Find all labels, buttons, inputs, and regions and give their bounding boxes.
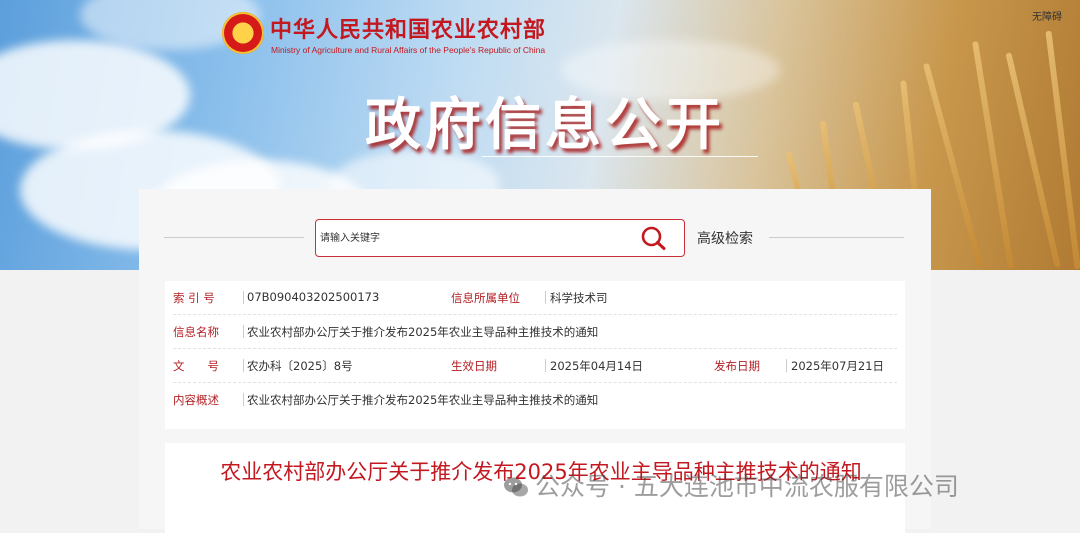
divider <box>545 359 546 372</box>
effective-date-value: 2025年04月14日 <box>550 359 644 373</box>
ministry-name-en: Ministry of Agriculture and Rural Affair… <box>271 45 546 55</box>
ministry-name-cn[interactable]: 中华人民共和国农业农村部 <box>270 12 546 44</box>
info-table: 索 引 号 07B090403202500173 信息所属单位 科学技术司 信息… <box>165 281 905 429</box>
unit-value: 科学技术司 <box>550 291 608 305</box>
effective-date-label: 生效日期 <box>451 359 497 373</box>
divider <box>786 359 787 372</box>
summary-value: 农业农村部办公厅关于推介发布2025年农业主导品种主推技术的通知 <box>247 393 599 407</box>
divider <box>243 393 244 406</box>
accessibility-link[interactable]: 无障碍 <box>1032 8 1062 23</box>
doc-number-value: 农办科〔2025〕8号 <box>247 359 353 373</box>
national-emblem-icon[interactable] <box>222 12 264 54</box>
wechat-icon <box>504 477 528 497</box>
wechat-watermark: 公众号 · 五大连池市中流农服有限公司 <box>503 467 959 503</box>
divider <box>243 359 244 372</box>
divider <box>164 237 304 238</box>
advanced-search-link[interactable]: 高级检索 <box>697 228 753 248</box>
search-icon <box>641 226 666 250</box>
name-label: 信息名称 <box>173 325 219 339</box>
table-row: 索 引 号 07B090403202500173 信息所属单位 科学技术司 <box>173 281 897 315</box>
title-underline <box>482 156 758 157</box>
table-row: 内容概述 农业农村部办公厅关于推介发布2025年农业主导品种主推技术的通知 <box>173 383 897 416</box>
index-label: 索 引 号 <box>173 291 215 305</box>
page-title: 政府信息公开 <box>365 93 725 158</box>
name-value: 农业农村部办公厅关于推介发布2025年农业主导品种主推技术的通知 <box>247 325 599 339</box>
publish-date-value: 2025年07月21日 <box>791 359 885 373</box>
wheat-stalk <box>922 62 984 268</box>
doc-number-label: 文 号 <box>173 359 219 373</box>
divider <box>545 291 546 304</box>
search-button[interactable] <box>640 225 668 251</box>
search-box <box>315 219 685 257</box>
wheat-stalk <box>972 40 1014 270</box>
publish-date-label: 发布日期 <box>714 359 760 373</box>
divider <box>769 237 904 238</box>
table-row: 信息名称 农业农村部办公厅关于推介发布2025年农业主导品种主推技术的通知 <box>173 315 897 349</box>
search-input[interactable] <box>318 228 632 248</box>
table-row: 文 号 农办科〔2025〕8号 生效日期 2025年04月14日 发布日期 20… <box>173 349 897 383</box>
divider <box>243 325 244 338</box>
divider <box>243 291 244 304</box>
summary-label: 内容概述 <box>173 393 219 407</box>
watermark-text: 公众号 · 五大连池市中流农服有限公司 <box>535 472 959 501</box>
index-value: 07B090403202500173 <box>247 290 380 304</box>
unit-label: 信息所属单位 <box>451 291 520 305</box>
